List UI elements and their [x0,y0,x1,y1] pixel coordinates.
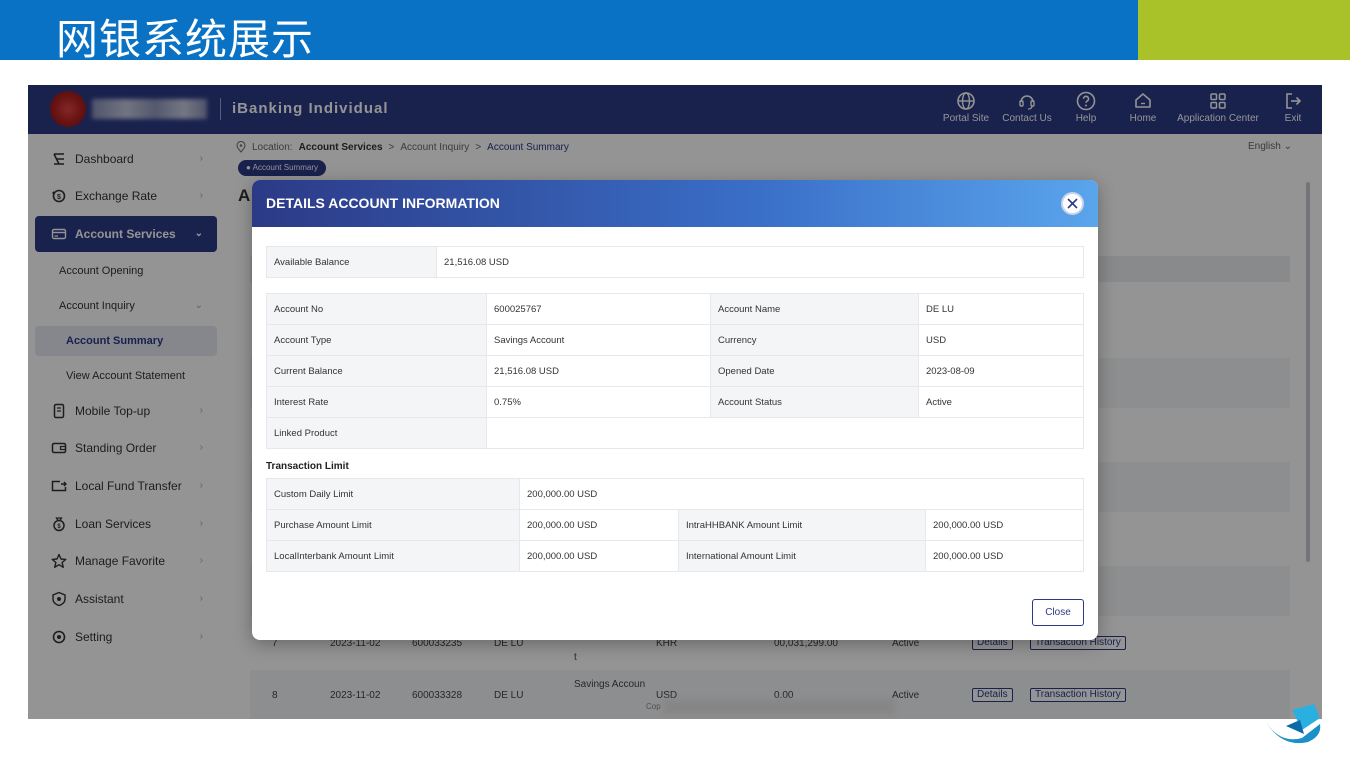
opened-date-label: Opened Date [710,355,919,387]
account-type-label: Account Type [266,324,487,356]
interest-rate-value: 0.75% [486,386,711,418]
available-balance-value: 21,516.08 USD [436,246,1084,278]
local-interbank-limit-label: LocalInterbank Amount Limit [266,540,520,572]
currency-label: Currency [710,324,919,356]
transaction-limit-table: Custom Daily Limit 200,000.00 USD Purcha… [266,478,1084,572]
international-limit-label: International Amount Limit [678,540,926,572]
modal-header: DETAILS ACCOUNT INFORMATION [252,180,1098,227]
account-status-label: Account Status [710,386,919,418]
custom-daily-limit-value: 200,000.00 USD [519,478,1084,510]
modal-close-button[interactable] [1061,192,1084,215]
corner-brand-logo-icon [1266,704,1321,744]
close-icon [1067,198,1078,209]
purchase-limit-value: 200,000.00 USD [519,509,679,541]
slide-accent-bar [1138,0,1350,60]
custom-daily-limit-label: Custom Daily Limit [266,478,520,510]
account-info-table: Account No 600025767 Account Name DE LU … [266,293,1084,449]
currency-value: USD [918,324,1084,356]
account-no-label: Account No [266,293,487,325]
local-interbank-limit-value: 200,000.00 USD [519,540,679,572]
account-status-value: Active [918,386,1084,418]
transaction-limit-heading: Transaction Limit [266,461,349,472]
intra-limit-label: IntraHHBANK Amount Limit [678,509,926,541]
linked-product-value [486,417,1084,449]
modal-title: DETAILS ACCOUNT INFORMATION [266,195,500,211]
interest-rate-label: Interest Rate [266,386,487,418]
intra-limit-value: 200,000.00 USD [925,509,1084,541]
app-window: iBanking Individual Portal Site Contact … [28,85,1322,719]
current-balance-value: 21,516.08 USD [486,355,711,387]
purchase-limit-label: Purchase Amount Limit [266,509,520,541]
available-balance-table: Available Balance 21,516.08 USD [266,246,1084,278]
account-name-value: DE LU [918,293,1084,325]
current-balance-label: Current Balance [266,355,487,387]
available-balance-label: Available Balance [266,246,437,278]
account-details-modal: DETAILS ACCOUNT INFORMATION Available Ba… [252,180,1098,640]
slide-title: 网银系统展示 [56,15,315,64]
linked-product-label: Linked Product [266,417,487,449]
international-limit-value: 200,000.00 USD [925,540,1084,572]
opened-date-value: 2023-08-09 [918,355,1084,387]
account-no-value: 600025767 [486,293,711,325]
account-name-label: Account Name [710,293,919,325]
account-type-value: Savings Account [486,324,711,356]
close-button[interactable]: Close [1032,599,1084,626]
